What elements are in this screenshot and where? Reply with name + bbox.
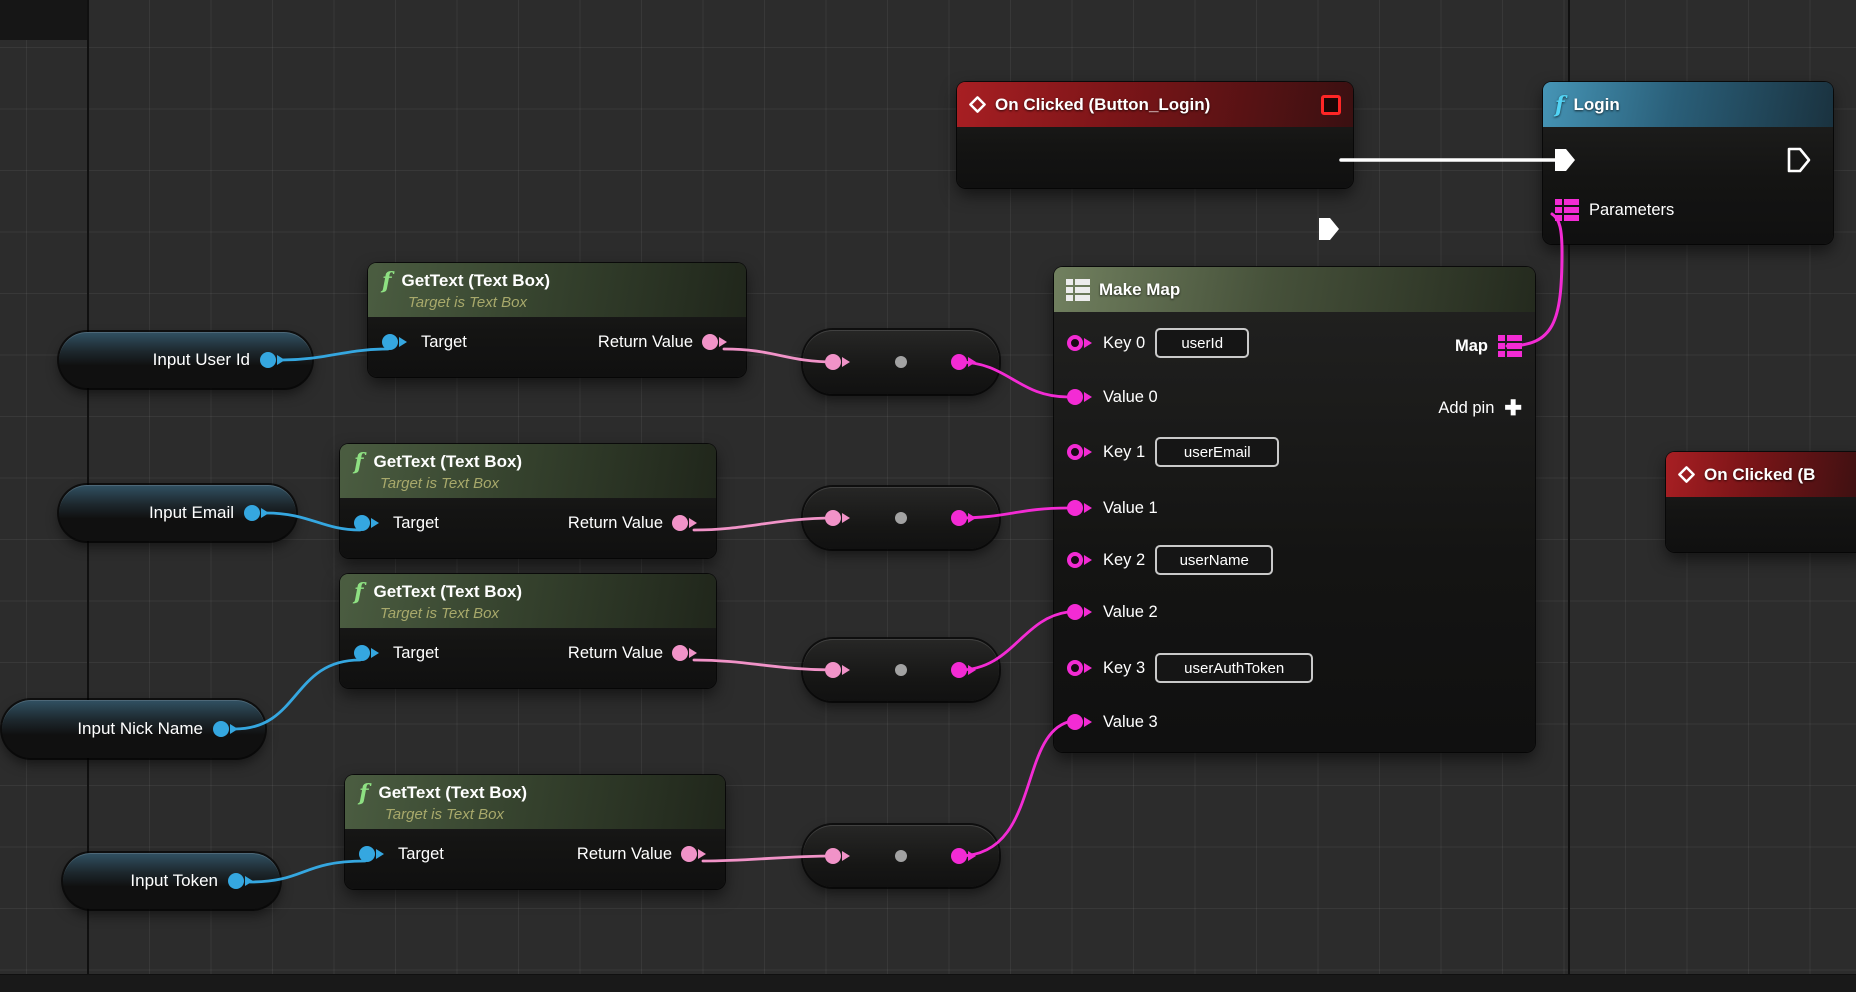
- reroute-dot-icon: [895, 850, 907, 862]
- variable-node-input-user-id[interactable]: Input User Id: [59, 332, 312, 388]
- variable-label: Input User Id: [153, 350, 250, 370]
- value-1-pin[interactable]: [1067, 500, 1097, 516]
- make-map-row-map-out: Map: [1067, 329, 1522, 363]
- gettext-node-4[interactable]: f GetText (Text Box) Target is Text Box …: [345, 775, 725, 889]
- gettext-node-1[interactable]: f GetText (Text Box) Target is Text Box …: [368, 263, 746, 377]
- return-value-label: Return Value: [568, 514, 663, 533]
- value-2-pin[interactable]: [1067, 604, 1097, 620]
- target-label: Target: [421, 333, 467, 352]
- key-2-field[interactable]: [1155, 545, 1273, 575]
- make-map-row-add-pin: Add pin ✚: [1067, 391, 1522, 425]
- node-title: Make Map: [1099, 280, 1180, 300]
- node-subtitle: Target is Text Box: [380, 475, 702, 492]
- node-title: GetText (Text Box): [373, 452, 522, 472]
- make-map-row-value-1: Value 1: [1067, 491, 1522, 525]
- value-3-label: Value 3: [1103, 713, 1158, 732]
- target-label: Target: [393, 644, 439, 663]
- make-map-row-key-2: Key 2: [1067, 543, 1522, 577]
- function-f-icon: f: [359, 782, 368, 804]
- function-f-icon: f: [382, 270, 391, 292]
- node-title: Login: [1573, 95, 1619, 115]
- gettext-node-2[interactable]: f GetText (Text Box) Target is Text Box …: [340, 444, 716, 558]
- delegate-pin[interactable]: [1321, 95, 1341, 115]
- key-3-label: Key 3: [1103, 659, 1145, 678]
- variable-node-input-token[interactable]: Input Token: [63, 853, 280, 909]
- make-map-row-key-1: Key 1: [1067, 435, 1522, 469]
- key-1-pin[interactable]: [1067, 444, 1097, 460]
- key-3-field[interactable]: [1155, 653, 1313, 683]
- return-value-label: Return Value: [577, 845, 672, 864]
- target-label: Target: [398, 845, 444, 864]
- make-map-row-value-2: Value 2: [1067, 595, 1522, 629]
- node-subtitle: Target is Text Box: [385, 806, 711, 823]
- value-1-label: Value 1: [1103, 499, 1158, 518]
- login-node[interactable]: f Login Parameters: [1543, 82, 1833, 244]
- add-pin-plus-icon[interactable]: ✚: [1504, 398, 1522, 419]
- exec-out-pin[interactable]: [1317, 216, 1341, 242]
- key-2-pin[interactable]: [1067, 552, 1097, 568]
- key-1-field[interactable]: [1155, 437, 1279, 467]
- parameters-pin-label: Parameters: [1589, 201, 1674, 220]
- make-map-row-value-3: Value 3: [1067, 705, 1522, 739]
- event-diamond-icon: [1678, 466, 1695, 483]
- gettext-node-3[interactable]: f GetText (Text Box) Target is Text Box …: [340, 574, 716, 688]
- grid-origin-box: [0, 0, 88, 40]
- node-title: GetText (Text Box): [373, 582, 522, 602]
- variable-node-input-nick-name[interactable]: Input Nick Name: [2, 700, 265, 758]
- node-title: On Clicked (B: [1704, 465, 1815, 485]
- node-title: GetText (Text Box): [378, 783, 527, 803]
- key-1-label: Key 1: [1103, 443, 1145, 462]
- node-subtitle: Target is Text Box: [380, 605, 702, 622]
- target-pin[interactable]: [354, 645, 384, 661]
- function-f-icon: f: [1555, 94, 1564, 116]
- key-3-pin[interactable]: [1067, 660, 1097, 676]
- return-value-label: Return Value: [598, 333, 693, 352]
- on-clicked-button-login-node[interactable]: On Clicked (Button_Login): [957, 82, 1353, 188]
- node-title: GetText (Text Box): [401, 271, 550, 291]
- parameters-map-pin[interactable]: [1555, 199, 1579, 221]
- variable-label: Input Email: [149, 503, 234, 523]
- variable-label: Input Nick Name: [77, 719, 203, 739]
- return-value-pin[interactable]: [702, 334, 732, 350]
- node-subtitle: Target is Text Box: [408, 294, 732, 311]
- target-pin[interactable]: [382, 334, 412, 350]
- function-f-icon: f: [354, 581, 363, 603]
- target-pin[interactable]: [359, 846, 389, 862]
- make-map-row-key-3: Key 3: [1067, 651, 1522, 685]
- make-map-icon: [1066, 279, 1090, 301]
- blueprint-graph-canvas[interactable]: Input User Id Input Email Input Nick Nam…: [0, 0, 1856, 992]
- grid-bottom-strip: [0, 975, 1856, 992]
- return-value-label: Return Value: [568, 644, 663, 663]
- key-2-label: Key 2: [1103, 551, 1145, 570]
- make-map-node[interactable]: Make Map Key 0 Value 0 Key 1 Value 1 Key…: [1054, 267, 1535, 752]
- node-title: On Clicked (Button_Login): [995, 95, 1210, 115]
- value-2-label: Value 2: [1103, 603, 1158, 622]
- event-diamond-icon: [969, 96, 986, 113]
- reroute-dot-icon: [895, 356, 907, 368]
- map-out-label: Map: [1455, 337, 1488, 356]
- variable-node-input-email[interactable]: Input Email: [59, 485, 296, 541]
- reroute-dot-icon: [895, 664, 907, 676]
- add-pin-label: Add pin: [1438, 399, 1494, 418]
- function-f-icon: f: [354, 451, 363, 473]
- value-3-pin[interactable]: [1067, 714, 1097, 730]
- target-label: Target: [393, 514, 439, 533]
- on-clicked-partial-node[interactable]: On Clicked (B: [1666, 452, 1856, 552]
- return-value-pin[interactable]: [672, 645, 702, 661]
- variable-label: Input Token: [130, 871, 218, 891]
- exec-out-pin[interactable]: [1787, 147, 1811, 173]
- reroute-dot-icon: [895, 512, 907, 524]
